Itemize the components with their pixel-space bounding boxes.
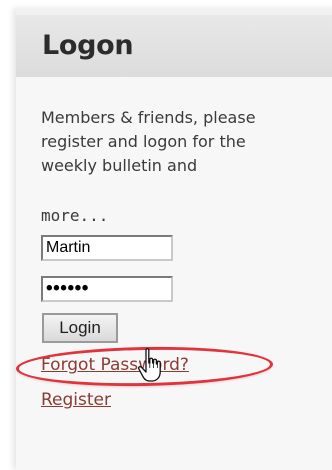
intro-line-3: weekly bulletin and: [41, 156, 198, 175]
page-title: Logon: [42, 30, 134, 61]
username-field[interactable]: [41, 235, 173, 261]
intro-line-1: Members & friends, please: [41, 108, 256, 127]
password-field[interactable]: [41, 276, 173, 302]
forgot-password-link[interactable]: Forgot Password?: [41, 354, 189, 376]
intro-more-text: more...: [41, 206, 109, 225]
logon-header: Logon: [16, 15, 332, 77]
register-link[interactable]: Register: [41, 389, 111, 411]
intro-line-2: register and logon for the: [41, 132, 246, 151]
login-button[interactable]: Login: [42, 313, 118, 343]
intro-text: Members & friends, please register and l…: [41, 106, 332, 178]
